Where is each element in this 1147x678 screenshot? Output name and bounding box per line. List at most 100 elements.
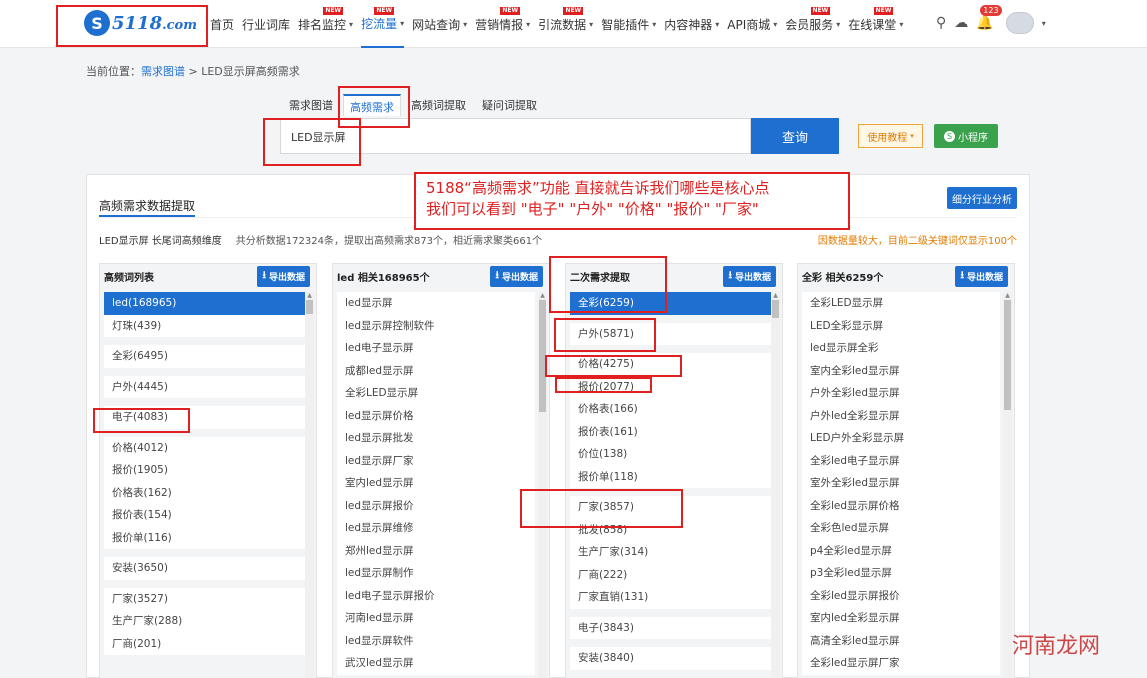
- list-item[interactable]: p4全彩led显示屏: [802, 540, 1000, 563]
- list-item[interactable]: led电子显示屏: [337, 337, 535, 360]
- mini-program-button[interactable]: S 小程序: [934, 124, 998, 148]
- list-item[interactable]: 安装(3840): [570, 647, 772, 670]
- list-item[interactable]: 报价单(116): [104, 527, 306, 550]
- list-item[interactable]: 报价单(118): [570, 466, 772, 489]
- list-item[interactable]: 全彩(6495): [104, 345, 306, 368]
- search-icon[interactable]: ⚲: [936, 15, 946, 31]
- scroll-up-icon[interactable]: ▲: [771, 292, 780, 299]
- list-item[interactable]: 户外(5871): [570, 323, 772, 346]
- list-item[interactable]: 高清全彩led显示屏: [802, 630, 1000, 653]
- list-item[interactable]: led显示屏价格: [337, 405, 535, 428]
- nav-item[interactable]: 排名监控 ▾ NEW: [298, 0, 353, 48]
- list-item[interactable]: 全彩led显示屏厂家: [802, 652, 1000, 675]
- scrollbar[interactable]: ▲: [1003, 292, 1012, 678]
- tab-high-freq-demand[interactable]: 高频需求: [343, 94, 401, 116]
- list-item[interactable]: led(168965): [104, 292, 306, 315]
- list-item[interactable]: 室内led显示屏: [337, 472, 535, 495]
- list-item[interactable]: 价格(4275): [570, 353, 772, 376]
- list-item[interactable]: 电子(4083): [104, 406, 306, 429]
- bell-icon[interactable]: 🔔 123: [976, 5, 1002, 31]
- list-item[interactable]: 全彩led电子显示屏: [802, 450, 1000, 473]
- list-item[interactable]: 厂商(201): [104, 633, 306, 656]
- list-item[interactable]: led电子显示屏报价: [337, 585, 535, 608]
- list-item[interactable]: led显示屏批发: [337, 427, 535, 450]
- list-item[interactable]: 厂商(222): [570, 564, 772, 587]
- list-item[interactable]: 室外全彩led显示屏: [802, 472, 1000, 495]
- tab-high-freq-extract[interactable]: 高频词提取: [405, 94, 472, 116]
- list-item[interactable]: 郑州led显示屏: [337, 540, 535, 563]
- scrollbar[interactable]: ▲: [538, 292, 547, 678]
- nav-item[interactable]: 挖流量 ▾ NEW: [361, 0, 405, 48]
- scrollbar[interactable]: ▲: [771, 292, 780, 678]
- scroll-up-icon[interactable]: ▲: [305, 292, 314, 299]
- nav-item[interactable]: 在线课堂 ▾ NEW: [848, 0, 903, 48]
- scrollbar-thumb[interactable]: [306, 300, 313, 314]
- site-logo[interactable]: S 5118.com: [84, 10, 197, 36]
- nav-item[interactable]: 行业词库: [242, 0, 290, 48]
- list-item[interactable]: 报价(1905): [104, 459, 306, 482]
- list-item[interactable]: 全彩色led显示屏: [802, 517, 1000, 540]
- scrollbar-thumb[interactable]: [1004, 300, 1011, 410]
- list-item[interactable]: 全彩LED显示屏: [802, 292, 1000, 315]
- list-item[interactable]: led显示屏控制软件: [337, 315, 535, 338]
- list-item[interactable]: 灯珠(439): [104, 315, 306, 338]
- list-item[interactable]: 全彩led显示屏价格: [802, 495, 1000, 518]
- list-item[interactable]: 厂家直销(131): [570, 586, 772, 609]
- nav-item[interactable]: 内容神器 ▾: [664, 0, 719, 48]
- chevron-down-icon[interactable]: ▾: [1042, 19, 1046, 28]
- nav-item[interactable]: 智能插件 ▾: [601, 0, 656, 48]
- export-button[interactable]: ⭳ 导出数据: [955, 265, 1008, 287]
- list-item[interactable]: 全彩LED显示屏: [337, 382, 535, 405]
- nav-item[interactable]: API商城 ▾: [727, 0, 777, 48]
- list-item[interactable]: 批发(858): [570, 519, 772, 542]
- list-item[interactable]: 生产厂家(288): [104, 610, 306, 633]
- list-item[interactable]: led显示屏制作: [337, 562, 535, 585]
- export-button[interactable]: ⭳ 导出数据: [490, 265, 543, 287]
- list-item[interactable]: 室内led全彩显示屏: [802, 607, 1000, 630]
- tutorial-button[interactable]: 使用教程 ▾: [858, 124, 923, 148]
- list-item[interactable]: 电子(3843): [570, 617, 772, 640]
- list-item[interactable]: led显示屏厂家: [337, 450, 535, 473]
- list-item[interactable]: 全彩led显示屏报价: [802, 585, 1000, 608]
- nav-item[interactable]: 引流数据 ▾ NEW: [538, 0, 593, 48]
- list-item[interactable]: 全彩(6259): [570, 292, 772, 315]
- list-item[interactable]: LED全彩显示屏: [802, 315, 1000, 338]
- list-item[interactable]: 户外(4445): [104, 376, 306, 399]
- industry-analysis-button[interactable]: 细分行业分析: [947, 187, 1017, 209]
- list-item[interactable]: 价格(4012): [104, 437, 306, 460]
- list-item[interactable]: 河南led显示屏: [337, 607, 535, 630]
- list-item[interactable]: 厂家(3857): [570, 496, 772, 519]
- list-item[interactable]: 成都led显示屏: [337, 360, 535, 383]
- cloud-upload-icon[interactable]: ☁: [954, 15, 968, 31]
- tab-question-extract[interactable]: 疑问词提取: [476, 94, 543, 116]
- list-item[interactable]: 室内全彩led显示屏: [802, 360, 1000, 383]
- export-button[interactable]: ⭳ 导出数据: [257, 265, 310, 287]
- scroll-up-icon[interactable]: ▲: [538, 292, 547, 299]
- scrollbar[interactable]: ▲: [305, 292, 314, 678]
- list-item[interactable]: 武汉led显示屏: [337, 652, 535, 675]
- scrollbar-thumb[interactable]: [539, 300, 546, 412]
- list-item[interactable]: LED户外全彩显示屏: [802, 427, 1000, 450]
- list-item[interactable]: 报价(2077): [570, 376, 772, 399]
- export-button[interactable]: ⭳ 导出数据: [723, 265, 776, 287]
- nav-item[interactable]: 营销情报 ▾ NEW: [475, 0, 530, 48]
- list-item[interactable]: 价位(138): [570, 443, 772, 466]
- list-item[interactable]: led显示屏报价: [337, 495, 535, 518]
- scrollbar-thumb[interactable]: [772, 300, 779, 318]
- list-item[interactable]: led显示屏: [337, 292, 535, 315]
- list-item[interactable]: 户外全彩led显示屏: [802, 382, 1000, 405]
- avatar[interactable]: [1005, 12, 1034, 34]
- list-item[interactable]: 价格表(162): [104, 482, 306, 505]
- list-item[interactable]: led显示屏维修: [337, 517, 535, 540]
- list-item[interactable]: 报价表(154): [104, 504, 306, 527]
- list-item[interactable]: led显示屏全彩: [802, 337, 1000, 360]
- list-item[interactable]: 价格表(166): [570, 398, 772, 421]
- breadcrumb-link[interactable]: 需求图谱: [141, 65, 185, 78]
- list-item[interactable]: 厂家(3527): [104, 588, 306, 611]
- tab-demand-graph[interactable]: 需求图谱: [283, 94, 339, 116]
- nav-item[interactable]: 首页: [210, 0, 234, 48]
- search-button[interactable]: 查询: [751, 118, 839, 154]
- nav-item[interactable]: 网站查询 ▾: [412, 0, 467, 48]
- list-item[interactable]: 报价表(161): [570, 421, 772, 444]
- list-item[interactable]: led显示屏软件: [337, 630, 535, 653]
